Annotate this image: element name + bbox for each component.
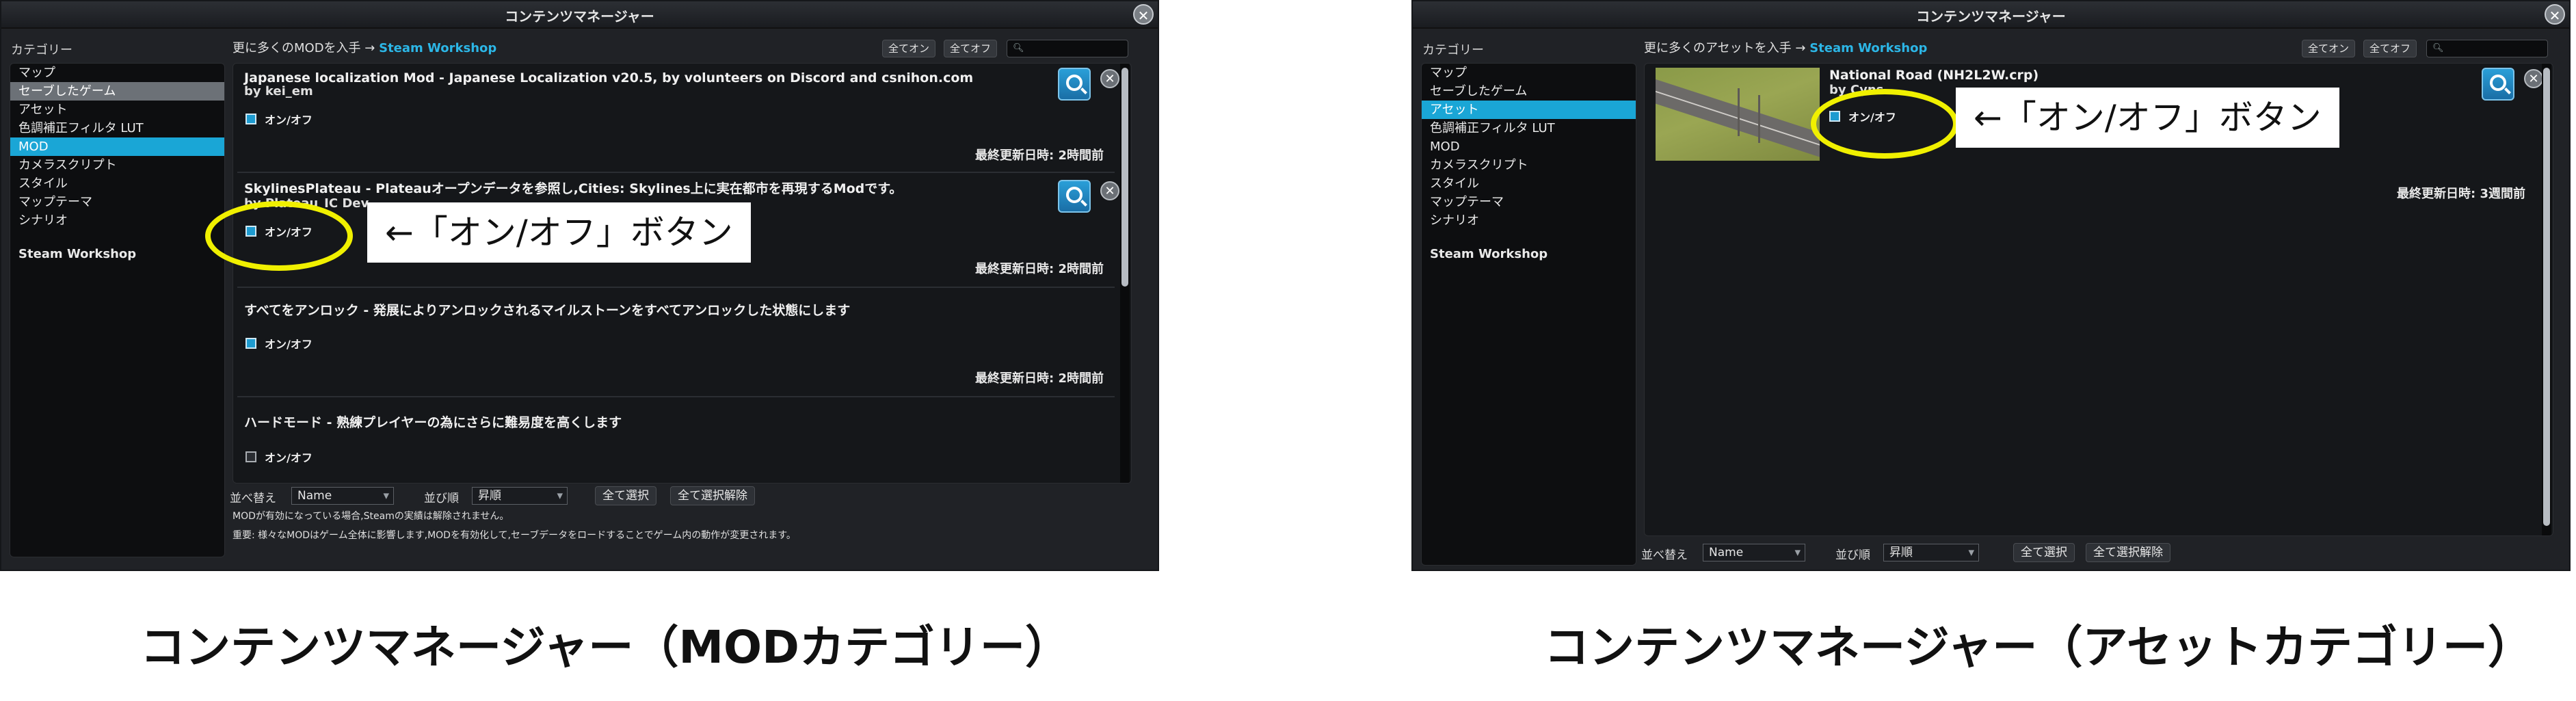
window-title: コンテンツマネージャー [505,8,654,25]
category-item-mod[interactable]: MOD [1422,137,1636,156]
category-item-lut[interactable]: 色調補正フィルタ LUT [1422,119,1636,137]
category-item-lut[interactable]: 色調補正フィルタ LUT [10,119,224,137]
category-item-scenario[interactable]: シナリオ [10,211,224,230]
on-off-toggle[interactable]: オン/オフ [245,336,313,351]
order-dropdown[interactable]: 昇順 [1883,544,1979,561]
deselect-all-button[interactable]: 全て選択解除 [2086,543,2170,562]
remove-icon[interactable]: ✕ [1100,181,1119,200]
on-off-toggle[interactable]: オン/オフ [245,111,313,127]
mod-title: すべてをアンロック - 発展によりアンロックされるマイルストーンをすべてアンロッ… [244,303,851,318]
last-updated: 最終更新日時: 2時間前 [975,148,1104,163]
get-more-label: 更に多くのアセットを入手 → [1644,41,1806,55]
achievement-note: MODが有効になっている場合,Steamの実績は解除されません。 [233,511,509,522]
important-note: 重要: 様々なMODはゲーム全体に影響します,MODを有効化して,セーブデータを… [233,530,796,541]
toggle-label: オン/オフ [265,114,313,127]
checkbox-icon[interactable] [245,338,256,349]
list-item: Japanese localization Mod - Japanese Loc… [237,64,1119,173]
all-off-button[interactable]: 全てオフ [2363,40,2417,57]
category-list: マップ セーブしたゲーム アセット 色調補正フィルタ LUT MOD カメラスク… [10,63,225,557]
scrollbar-thumb[interactable] [1121,68,1128,287]
category-item-steam-workshop[interactable]: Steam Workshop [10,245,224,263]
magnifier-icon[interactable] [1058,180,1091,213]
last-updated: 最終更新日時: 2時間前 [975,371,1104,386]
category-item-map[interactable]: マップ [1422,64,1636,82]
mod-title: SkylinesPlateau - Plateauオープンデータを参照し,Cit… [244,181,903,196]
last-updated: 最終更新日時: 2時間前 [975,262,1104,276]
category-item-style[interactable]: スタイル [1422,174,1636,193]
category-item-steam-workshop[interactable]: Steam Workshop [1422,245,1636,263]
all-off-button[interactable]: 全てオフ [944,40,998,57]
category-item-assets[interactable]: アセット [10,101,224,119]
category-item-camera-script[interactable]: カメラスクリプト [1422,156,1636,174]
sort-label: 並べ替え [1641,548,1688,562]
callout-highlight [1811,89,1958,159]
get-more-text: 更に多くのアセットを入手 → Steam Workshop [1644,38,1927,56]
category-item-map-theme[interactable]: マップテーマ [10,193,224,211]
asset-thumbnail [1656,68,1820,161]
order-dropdown[interactable]: 昇順 [472,487,568,505]
toggle-label: オン/オフ [265,338,313,351]
deselect-all-button[interactable]: 全て選択解除 [670,486,755,505]
callout-label: ←「オン/オフ」ボタン [367,202,751,263]
remove-icon[interactable]: ✕ [2524,69,2543,88]
scrollbar-thumb[interactable] [2543,68,2550,526]
sort-dropdown[interactable]: Name [291,487,394,505]
checkbox-icon[interactable] [245,114,256,124]
close-icon[interactable]: ✕ [1133,4,1154,25]
select-all-button[interactable]: 全て選択 [2013,543,2075,562]
order-label: 並び順 [1835,548,1870,562]
close-icon[interactable]: ✕ [2545,4,2565,25]
category-item-saved-games[interactable]: セーブしたゲーム [1422,82,1636,101]
category-item-style[interactable]: スタイル [10,174,224,193]
all-on-button[interactable]: 全てオン [882,40,936,57]
steam-workshop-link[interactable]: Steam Workshop [1809,41,1927,55]
vertical-scrollbar[interactable] [2542,64,2551,535]
checkbox-icon[interactable] [245,451,256,462]
all-on-button[interactable]: 全てオン [2302,40,2356,57]
asset-title: National Road (NH2L2W.crp) [1829,68,2039,83]
order-label: 並び順 [424,492,459,505]
mod-author: by kei_em [244,84,313,98]
toggle-label: オン/オフ [265,451,313,464]
category-item-map-theme[interactable]: マップテーマ [1422,193,1636,211]
content-manager-mod-window: コンテンツマネージャー ✕ カテゴリー マップ セーブしたゲーム アセット 色調… [0,0,1159,571]
caption-asset-category: コンテンツマネージャー（アセットカテゴリー） [1544,621,2534,674]
search-input[interactable]: 🔍︎ [2426,40,2548,57]
category-item-assets[interactable]: アセット [1422,101,1636,119]
title-bar: コンテンツマネージャー ✕ [1,1,1158,29]
steam-workshop-link[interactable]: Steam Workshop [379,41,496,55]
get-more-label: 更に多くのMODを入手 → [233,41,375,55]
window-title: コンテンツマネージャー [1916,8,2066,25]
title-bar: コンテンツマネージャー ✕ [1413,1,2569,29]
content-manager-asset-window: コンテンツマネージャー ✕ カテゴリー マップ セーブしたゲーム アセット 色調… [1411,0,2571,571]
category-list: マップ セーブしたゲーム アセット 色調補正フィルタ LUT MOD カメラスク… [1421,63,1636,566]
category-item-mod[interactable]: MOD [10,137,224,156]
sort-label: 並べ替え [230,492,276,505]
magnifier-icon[interactable] [2482,68,2514,101]
list-item: ハードモード - 熟練プレイヤーの為にさらに難易度を高くします オン/オフ [237,397,1115,483]
caption-mod-category: コンテンツマネージャー（MODカテゴリー） [140,621,1070,674]
callout-label: ←「オン/オフ」ボタン [1956,88,2339,148]
remove-icon[interactable]: ✕ [1100,69,1119,88]
magnifier-icon[interactable] [1058,68,1091,101]
category-item-scenario[interactable]: シナリオ [1422,211,1636,230]
select-all-button[interactable]: 全て選択 [595,486,656,505]
sort-dropdown[interactable]: Name [1703,544,1805,561]
category-item-camera-script[interactable]: カメラスクリプト [10,156,224,174]
get-more-text: 更に多くのMODを入手 → Steam Workshop [233,38,496,56]
mod-title: ハードモード - 熟練プレイヤーの為にさらに難易度を高くします [244,415,622,430]
category-heading: カテゴリー [11,43,72,57]
vertical-scrollbar[interactable] [1120,64,1130,483]
callout-highlight [205,201,353,271]
category-item-map[interactable]: マップ [10,64,224,82]
on-off-toggle[interactable]: オン/オフ [245,449,313,464]
search-input[interactable]: 🔍︎ [1007,40,1128,57]
mod-title: Japanese localization Mod - Japanese Loc… [244,70,974,85]
category-item-saved-games[interactable]: セーブしたゲーム [10,82,224,101]
category-heading: カテゴリー [1422,43,1484,57]
mod-list: Japanese localization Mod - Japanese Loc… [233,63,1132,484]
last-updated: 最終更新日時: 3週間前 [2397,187,2525,201]
list-item: すべてをアンロック - 発展によりアンロックされるマイルストーンをすべてアンロッ… [237,288,1115,397]
